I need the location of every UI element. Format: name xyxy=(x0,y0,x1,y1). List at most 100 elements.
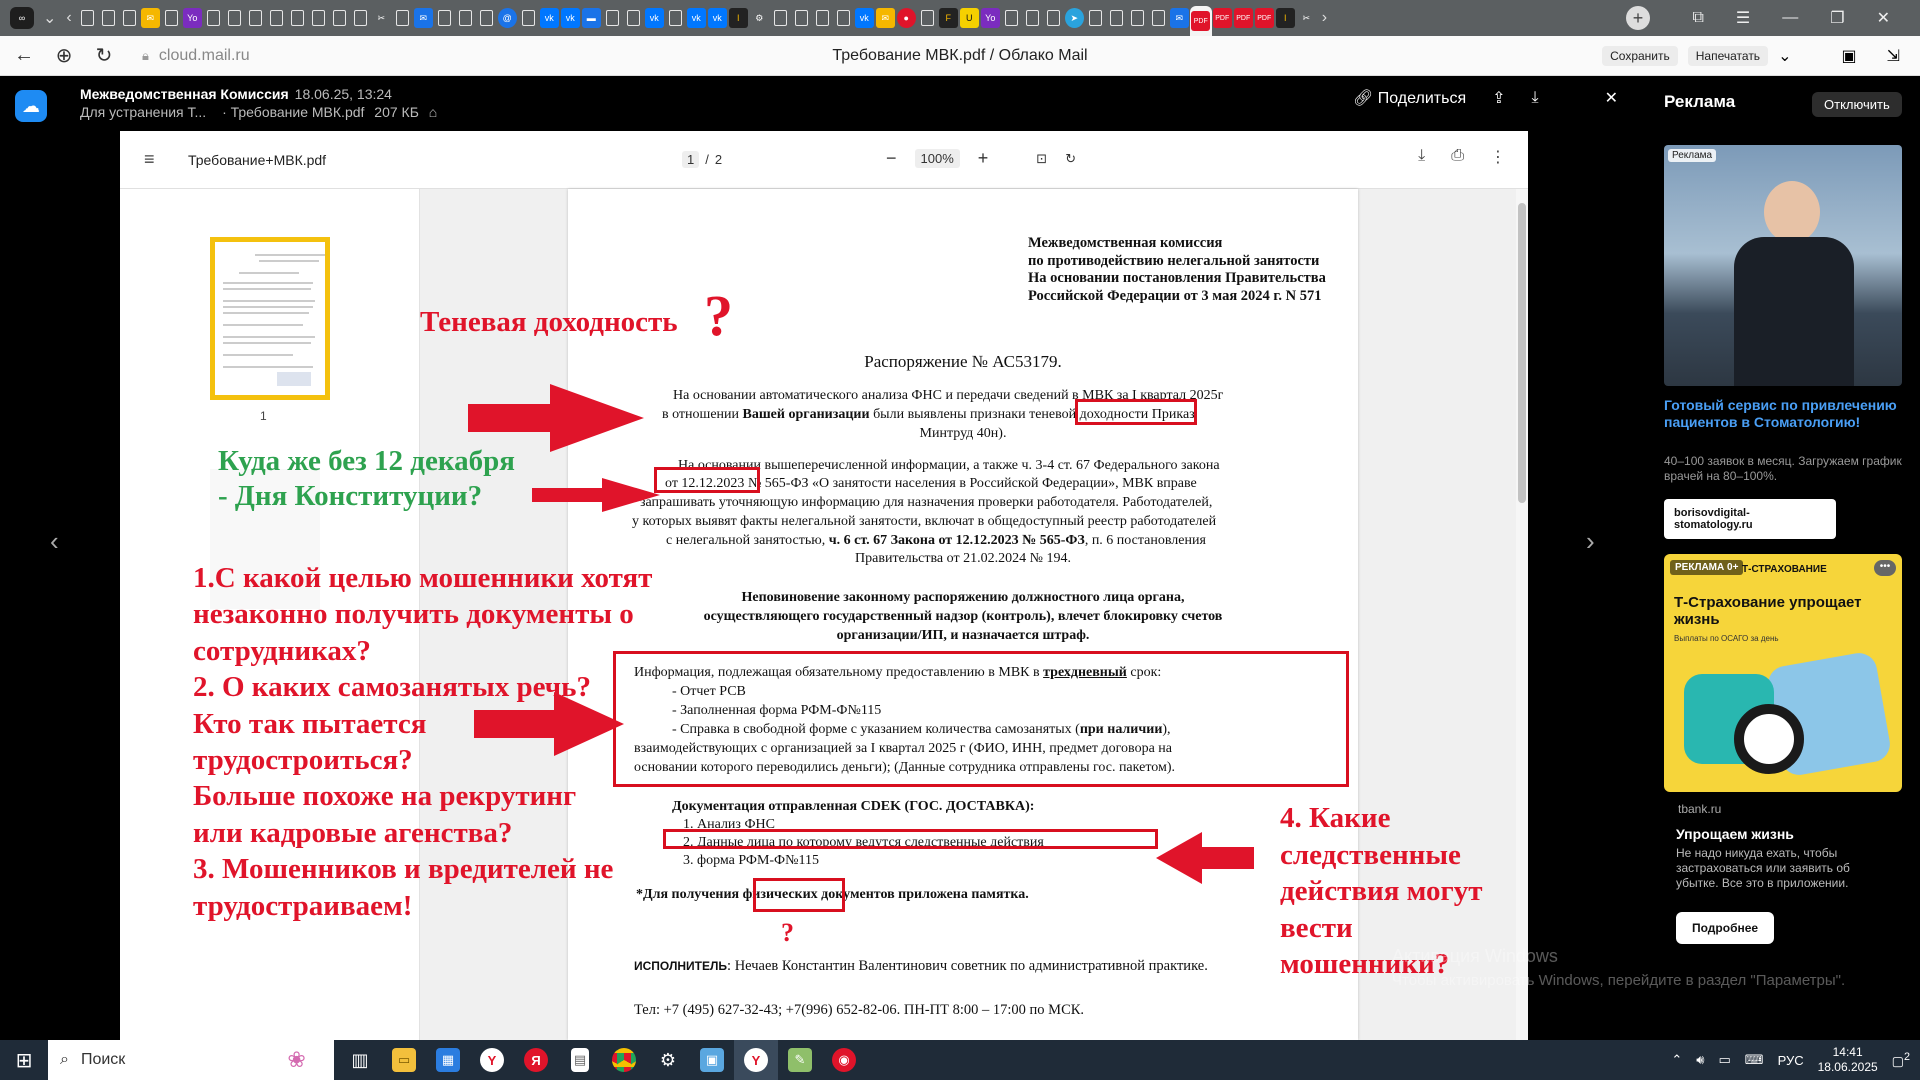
extensions-icon[interactable]: ⇲ xyxy=(1887,46,1900,66)
rotate-icon[interactable]: ↻ xyxy=(1065,151,1076,167)
tab-pdf-icon[interactable]: PDF xyxy=(1254,8,1274,28)
share-button[interactable]: 🔗︎ Поделиться xyxy=(1353,88,1466,108)
fit-page-icon[interactable]: ⊡ xyxy=(1036,151,1047,167)
tab-pdf-icon[interactable]: PDF xyxy=(1233,8,1253,28)
prev-page-arrow-icon[interactable]: ‹ xyxy=(50,526,59,557)
zoom-out-icon[interactable]: − xyxy=(886,148,897,169)
chrome-app-icon[interactable]: ◉ xyxy=(822,1040,866,1080)
new-tab-button[interactable]: + xyxy=(1626,6,1650,30)
collections-icon[interactable]: ▣ xyxy=(1841,46,1856,66)
ad1-headline[interactable]: Готовый сервис по привлечению пациентов … xyxy=(1664,397,1904,431)
hamburger-menu-icon[interactable]: ≡ xyxy=(144,149,155,170)
chevron-right-icon[interactable]: › xyxy=(1322,9,1327,27)
yandex-icon[interactable]: Я xyxy=(514,1040,558,1080)
tab-doc-icon[interactable] xyxy=(836,10,850,26)
cloud-logo-icon[interactable]: ☁ xyxy=(15,90,47,122)
tab-f-icon[interactable]: F xyxy=(938,8,958,28)
zoom-in-icon[interactable]: + xyxy=(978,148,989,169)
tab-vk-icon[interactable]: vk xyxy=(854,8,874,28)
tab-doc-icon[interactable] xyxy=(773,10,787,26)
back-arrow-icon[interactable]: ← xyxy=(4,44,44,67)
battery-icon[interactable]: ▭ xyxy=(1719,1052,1731,1068)
tab-doc-icon[interactable] xyxy=(626,10,640,26)
download-icon[interactable]: ⤓ xyxy=(1532,89,1539,107)
tab-doc-icon[interactable] xyxy=(920,10,934,26)
tab-doc-icon[interactable] xyxy=(395,10,409,26)
ad2-image[interactable]: РЕКЛАМА 0+ Т-СТРАХОВАНИЕ ••• Т-Страхован… xyxy=(1664,554,1902,792)
tab-doc-icon[interactable] xyxy=(332,10,346,26)
chevron-up-icon[interactable]: ⌃ xyxy=(1671,1052,1682,1068)
disable-ads-button[interactable]: Отключить xyxy=(1812,92,1902,117)
reload-icon[interactable]: ↻ xyxy=(84,43,124,68)
tab-vk-icon[interactable]: vk xyxy=(707,8,727,28)
tab-doc-icon[interactable] xyxy=(1046,10,1060,26)
upload-cloud-icon[interactable]: ⇪ xyxy=(1492,88,1505,108)
tab-doc-icon[interactable] xyxy=(794,10,808,26)
tab-ig-icon[interactable]: I xyxy=(1275,8,1295,28)
tab-doc-icon[interactable] xyxy=(1025,10,1039,26)
tab-doc-icon[interactable] xyxy=(206,10,220,26)
tab-pdf-icon[interactable]: PDF xyxy=(1212,8,1232,28)
url-text[interactable]: cloud.mail.ru xyxy=(159,47,250,65)
page-input[interactable]: 1 xyxy=(682,151,700,168)
chrome-icon[interactable] xyxy=(602,1040,646,1080)
tab-tools-icon[interactable]: ✂ xyxy=(372,8,391,28)
tab-yo-icon[interactable]: Yo xyxy=(980,8,1000,28)
tab-red-circle-icon[interactable]: ● xyxy=(896,8,916,28)
tab-mail-icon[interactable]: ✉ xyxy=(140,8,160,28)
file-explorer-icon[interactable]: ▭ xyxy=(382,1040,426,1080)
tab-manager-icon[interactable]: ⧉ xyxy=(1692,9,1703,27)
tab-ig-icon[interactable]: I xyxy=(728,8,748,28)
yandex-browser-icon[interactable]: Y xyxy=(470,1040,514,1080)
download-icon[interactable]: ⤓ xyxy=(1418,147,1425,167)
subject-text[interactable]: Для устранения Т... xyxy=(80,104,206,120)
next-page-arrow-icon[interactable]: › xyxy=(1586,526,1595,557)
tab-vk-icon[interactable]: vk xyxy=(560,8,580,28)
tab-at-icon[interactable]: @ xyxy=(497,8,517,28)
tab-doc-icon[interactable] xyxy=(437,10,451,26)
taskbar-search[interactable]: ⌕ Поиск ❀ xyxy=(48,1040,334,1080)
tab-doc-icon[interactable] xyxy=(1130,10,1144,26)
tab-doc-icon[interactable] xyxy=(269,10,283,26)
tab-vk-icon[interactable]: vk xyxy=(539,8,559,28)
tab-doc-icon[interactable] xyxy=(1109,10,1123,26)
tab-doc-icon[interactable] xyxy=(521,10,535,26)
close-icon[interactable]: ✕ xyxy=(1605,88,1618,108)
tab-doc-icon[interactable] xyxy=(605,10,619,26)
tab-doc-icon[interactable] xyxy=(1004,10,1018,26)
notification-icon[interactable]: ▢2 xyxy=(1892,1051,1910,1069)
clock[interactable]: 14:41 18.06.2025 xyxy=(1818,1045,1878,1075)
page-thumbnail-1[interactable] xyxy=(210,237,330,400)
tab-doc-icon[interactable] xyxy=(80,10,94,26)
yandex-browser-active-icon[interactable]: Y xyxy=(734,1040,778,1080)
tab-group-icon[interactable]: ∞ xyxy=(10,7,34,29)
tab-mail-blue-icon[interactable]: ✉ xyxy=(1169,8,1189,28)
remote-desktop-icon[interactable]: ▣ xyxy=(690,1040,734,1080)
scroll-thumb[interactable] xyxy=(1518,203,1526,503)
tab-mail-blue-icon[interactable]: ✉ xyxy=(413,8,433,28)
tab-doc-icon[interactable] xyxy=(458,10,472,26)
settings-icon[interactable]: ⚙ xyxy=(646,1040,690,1080)
tab-doc-icon[interactable] xyxy=(311,10,325,26)
scrollbar[interactable] xyxy=(1516,189,1528,1040)
print-icon[interactable]: ⎙ xyxy=(1451,147,1464,167)
language-indicator[interactable]: РУС xyxy=(1778,1053,1804,1068)
tab-mail-icon[interactable]: ✉ xyxy=(875,8,895,28)
tab-vk-icon[interactable]: vk xyxy=(686,8,706,28)
tab-u-icon[interactable]: U xyxy=(959,8,979,28)
tab-doc-icon[interactable] xyxy=(353,10,367,26)
minimize-icon[interactable]: — xyxy=(1782,9,1798,27)
tab-doc-icon[interactable] xyxy=(248,10,262,26)
network-icon[interactable]: ⌨ xyxy=(1745,1052,1764,1068)
more-options-icon[interactable]: ⋮ xyxy=(1490,147,1506,167)
close-window-icon[interactable]: ✕ xyxy=(1877,8,1890,28)
document-icon[interactable]: ▤ xyxy=(558,1040,602,1080)
tab-active-pdf[interactable]: PDF xyxy=(1189,6,1212,36)
ad2-details-button[interactable]: Подробнее xyxy=(1676,912,1775,944)
tab-doc-icon[interactable] xyxy=(668,10,682,26)
tab-doc-icon[interactable] xyxy=(122,10,136,26)
zoom-level[interactable]: 100% xyxy=(914,149,960,168)
tab-doc-icon[interactable] xyxy=(815,10,829,26)
tab-doc-icon[interactable] xyxy=(1151,10,1165,26)
tab-chat-icon[interactable]: ▬ xyxy=(581,8,601,28)
